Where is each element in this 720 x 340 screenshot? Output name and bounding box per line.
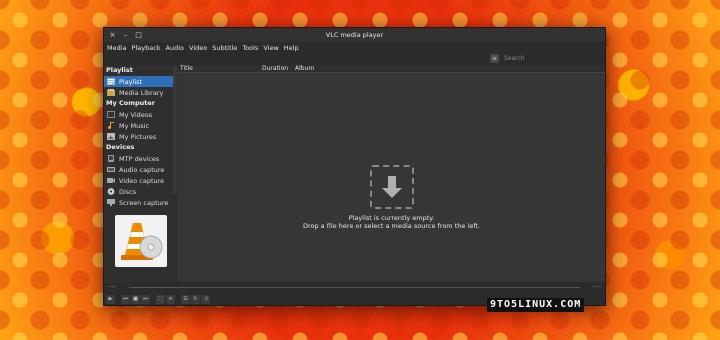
playlist-icon bbox=[107, 78, 115, 85]
shuffle-icon[interactable]: ⤨ bbox=[201, 294, 210, 304]
playlist-header: Title Duration Album bbox=[178, 65, 605, 73]
menu-tools[interactable]: Tools bbox=[242, 44, 258, 52]
total-time: --:-- bbox=[592, 284, 601, 290]
drop-arrow-icon bbox=[369, 165, 414, 209]
screen-capture-icon bbox=[107, 199, 115, 206]
search-input[interactable]: Search bbox=[501, 54, 604, 63]
empty-hint: Drop a file here or select a media sourc… bbox=[302, 222, 481, 230]
music-icon bbox=[107, 122, 115, 129]
playlist-toolbar: ≡ Search bbox=[104, 53, 605, 65]
library-icon bbox=[107, 89, 115, 96]
menu-view[interactable]: View bbox=[263, 44, 278, 52]
watermark-text: 9TO5LINUX.COM bbox=[487, 298, 585, 312]
close-icon[interactable]: × bbox=[106, 31, 119, 39]
view-mode-icon[interactable]: ≡ bbox=[490, 54, 499, 63]
sidebar-item-video-capture[interactable]: Video capture bbox=[104, 175, 178, 186]
sidebar-item-my-pictures[interactable]: My Pictures bbox=[104, 131, 178, 142]
audio-capture-icon bbox=[107, 166, 115, 173]
sidebar-item-mtp-devices[interactable]: MTP devices bbox=[104, 153, 178, 164]
sidebar: Playlist Playlist Media Library My Compu… bbox=[104, 65, 178, 282]
sidebar-group-my-computer: My Computer bbox=[106, 99, 155, 107]
sidebar-item-my-videos[interactable]: My Videos bbox=[104, 109, 178, 120]
sidebar-item-label: My Videos bbox=[119, 110, 153, 119]
sidebar-item-label: Screen capture bbox=[119, 198, 169, 207]
menu-bar: Media Playback Audio Video Subtitle Tool… bbox=[104, 42, 605, 53]
menu-video[interactable]: Video bbox=[189, 44, 207, 52]
menu-audio[interactable]: Audio bbox=[166, 44, 184, 52]
sidebar-scrollbar[interactable] bbox=[173, 66, 177, 194]
vlc-window: × – □ VLC media player Media Playback Au… bbox=[103, 27, 606, 306]
menu-help[interactable]: Help bbox=[284, 44, 299, 52]
sidebar-item-media-library[interactable]: Media Library bbox=[104, 87, 178, 98]
maximize-icon[interactable]: □ bbox=[132, 31, 145, 39]
empty-playlist-placeholder: Playlist is currently empty. Drop a file… bbox=[178, 165, 605, 230]
sidebar-item-audio-capture[interactable]: Audio capture bbox=[104, 164, 178, 175]
playlist-panel: Title Duration Album Playlist is current… bbox=[178, 65, 605, 282]
stop-icon[interactable]: ■ bbox=[131, 294, 140, 304]
extended-settings-icon[interactable]: ≡ bbox=[166, 294, 175, 304]
sidebar-group-playlist: Playlist bbox=[106, 66, 133, 74]
sidebar-item-screen-capture[interactable]: Screen capture bbox=[104, 197, 178, 208]
sidebar-item-label: Video capture bbox=[119, 176, 165, 185]
picture-icon bbox=[107, 133, 115, 140]
disc-icon bbox=[107, 188, 115, 195]
seek-track[interactable] bbox=[129, 287, 580, 288]
window-title: VLC media player bbox=[325, 31, 384, 39]
sidebar-item-label: Media Library bbox=[119, 88, 164, 97]
sidebar-item-label: Discs bbox=[119, 187, 137, 196]
sidebar-item-label: Playlist bbox=[119, 77, 143, 86]
column-duration[interactable]: Duration bbox=[262, 65, 288, 72]
seek-bar[interactable]: --:-- --:-- bbox=[104, 284, 605, 292]
watermark-logo: 9TO5LINUX.COM bbox=[487, 298, 585, 312]
sidebar-item-label: Audio capture bbox=[119, 165, 165, 174]
column-album[interactable]: Album bbox=[295, 65, 314, 72]
sidebar-item-label: My Pictures bbox=[119, 132, 157, 141]
sidebar-item-label: MTP devices bbox=[119, 154, 160, 163]
minimize-icon[interactable]: – bbox=[119, 31, 132, 39]
play-icon[interactable]: ▶ bbox=[106, 294, 115, 304]
menu-media[interactable]: Media bbox=[107, 44, 127, 52]
fullscreen-icon[interactable]: ⛶ bbox=[156, 294, 165, 304]
video-capture-icon bbox=[107, 177, 115, 184]
mtp-device-icon bbox=[107, 155, 115, 162]
empty-message: Playlist is currently empty. bbox=[348, 214, 435, 222]
sidebar-item-playlist[interactable]: Playlist bbox=[104, 76, 173, 87]
title-bar: × – □ VLC media player bbox=[104, 28, 605, 42]
video-folder-icon bbox=[107, 111, 115, 118]
menu-subtitle[interactable]: Subtitle bbox=[212, 44, 237, 52]
sidebar-group-devices: Devices bbox=[106, 143, 135, 151]
vlc-cone-artwork bbox=[115, 215, 167, 267]
sidebar-item-my-music[interactable]: My Music bbox=[104, 120, 178, 131]
playlist-toggle-icon[interactable]: ☰ bbox=[181, 294, 190, 304]
menu-playback[interactable]: Playback bbox=[132, 44, 161, 52]
elapsed-time: --:-- bbox=[108, 284, 117, 290]
sidebar-item-label: My Music bbox=[119, 121, 150, 130]
loop-icon[interactable]: ↻ bbox=[191, 294, 200, 304]
next-icon[interactable]: ⏭ bbox=[141, 294, 150, 304]
column-title[interactable]: Title bbox=[180, 65, 193, 72]
sidebar-item-discs[interactable]: Discs bbox=[104, 186, 178, 197]
previous-icon[interactable]: ⏮ bbox=[121, 294, 130, 304]
